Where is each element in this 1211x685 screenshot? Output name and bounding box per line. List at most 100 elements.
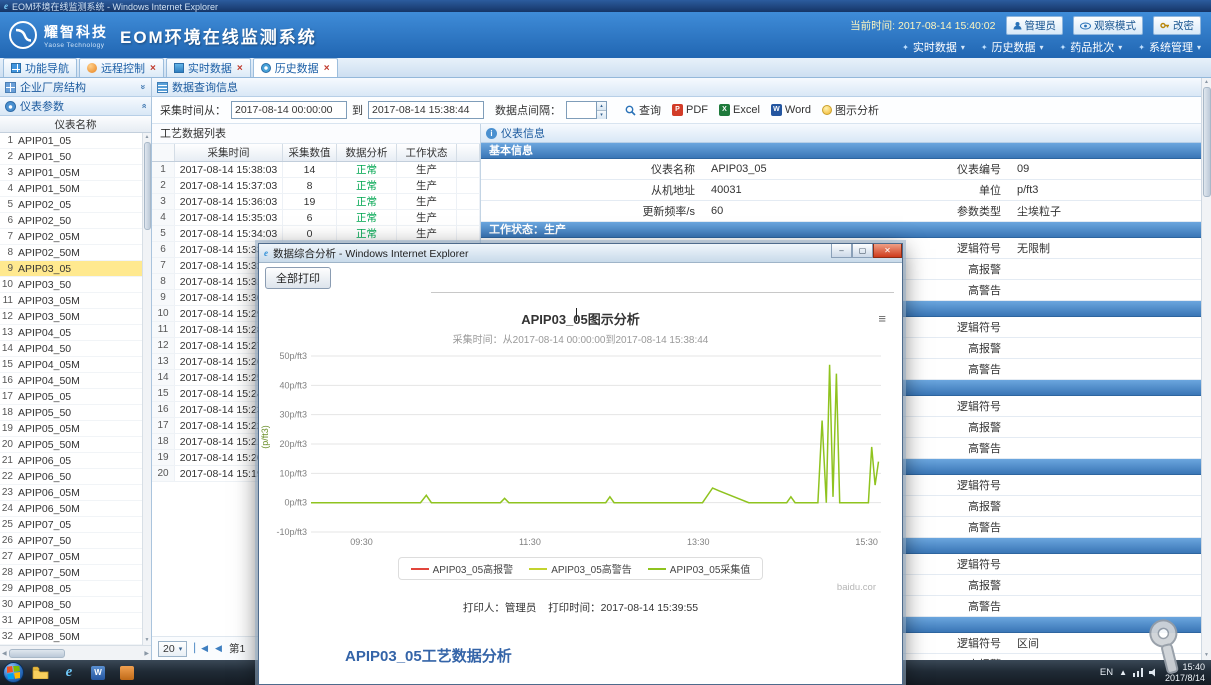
list-item[interactable]: 6APIP02_50 (0, 213, 142, 229)
popup-titlebar[interactable]: e 数据综合分析 - Windows Internet Explorer – ▢… (259, 244, 902, 263)
list-item[interactable]: 4APIP01_50M (0, 181, 142, 197)
to-datetime-input[interactable] (368, 101, 484, 119)
chart-menu-icon[interactable]: ≡ (878, 311, 886, 326)
scroll-down-icon[interactable]: ▼ (145, 636, 150, 645)
app-taskbar-button[interactable] (114, 662, 140, 683)
export-excel-button[interactable]: X Excel (716, 104, 763, 116)
legend-item[interactable]: APIP03_05采集值 (648, 561, 751, 576)
tray-expand-icon[interactable]: ▲ (1119, 668, 1127, 677)
list-item[interactable]: 18APIP05_50 (0, 405, 142, 421)
legend-item[interactable]: APIP03_05高报警 (411, 561, 514, 576)
list-item[interactable]: 23APIP06_05M (0, 485, 142, 501)
spin-down-icon[interactable]: ▾ (597, 111, 606, 119)
close-icon[interactable]: × (150, 63, 156, 74)
scroll-up-icon[interactable]: ▲ (145, 133, 150, 142)
language-indicator[interactable]: EN (1100, 667, 1113, 678)
list-item[interactable]: 26APIP07_50 (0, 533, 142, 549)
table-row[interactable]: 22017-08-14 15:37:038正常生产 (152, 178, 480, 194)
menu-item[interactable]: ✦实时数据▾ (902, 39, 965, 55)
list-item[interactable]: 3APIP01_05M (0, 165, 142, 181)
export-pdf-button[interactable]: P PDF (669, 104, 711, 116)
scroll-down-icon[interactable]: ▼ (1204, 651, 1209, 660)
list-item[interactable]: 19APIP05_05M (0, 421, 142, 437)
tab-实时数据[interactable]: 实时数据× (166, 58, 251, 77)
table-row[interactable]: 12017-08-14 15:38:0314正常生产 (152, 162, 480, 178)
list-item[interactable]: 31APIP08_05M (0, 613, 142, 629)
interval-input[interactable] (566, 101, 596, 119)
list-item[interactable]: 21APIP06_05 (0, 453, 142, 469)
scrollbar-thumb[interactable] (144, 142, 151, 230)
stepper-buttons[interactable]: ▴▾ (596, 101, 607, 119)
list-scrollbar[interactable]: ▲ ▼ (142, 133, 151, 645)
spin-up-icon[interactable]: ▴ (597, 102, 606, 111)
panel-structure-header[interactable]: 企业厂房结构 » (0, 78, 151, 97)
maximize-button[interactable]: ▢ (852, 244, 873, 258)
export-word-button[interactable]: W Word (768, 104, 814, 116)
list-item[interactable]: 1APIP01_05 (0, 133, 142, 149)
panel-params-header[interactable]: 仪表参数 » (0, 97, 151, 116)
scrollbar-thumb[interactable] (1203, 87, 1211, 197)
list-item[interactable]: 9APIP03_05 (0, 261, 142, 277)
list-item[interactable]: 22APIP06_50 (0, 469, 142, 485)
list-item[interactable]: 29APIP08_05 (0, 581, 142, 597)
scroll-up-icon[interactable]: ▲ (1204, 78, 1209, 87)
network-icon[interactable] (1133, 668, 1143, 677)
chevron-double-up-icon[interactable]: » (138, 103, 148, 108)
list-item[interactable]: 7APIP02_05M (0, 229, 142, 245)
tab-历史数据[interactable]: 历史数据× (253, 58, 338, 77)
change-password-button[interactable]: 改密 (1153, 16, 1201, 35)
list-item[interactable]: 32APIP08_50M (0, 629, 142, 645)
start-button[interactable] (3, 662, 24, 683)
table-row[interactable]: 42017-08-14 15:35:036正常生产 (152, 210, 480, 226)
legend-item[interactable]: APIP03_05高警告 (529, 561, 632, 576)
word-taskbar-button[interactable]: W (85, 662, 111, 683)
first-page-button[interactable]: ▏◀ (194, 643, 208, 654)
list-item[interactable]: 20APIP05_50M (0, 437, 142, 453)
list-item[interactable]: 28APIP07_50M (0, 565, 142, 581)
page-size-select[interactable]: 20 ▾ (158, 641, 187, 657)
list-item[interactable]: 13APIP04_05 (0, 325, 142, 341)
menu-item[interactable]: ✦系统管理▾ (1138, 39, 1201, 55)
table-row[interactable]: 52017-08-14 15:34:030正常生产 (152, 226, 480, 242)
print-all-button[interactable]: 全部打印 (265, 267, 331, 289)
page-scrollbar[interactable]: ▲ ▼ (1201, 78, 1211, 660)
scroll-right-icon[interactable]: ▶ (144, 650, 149, 657)
scroll-left-icon[interactable]: ◀ (2, 650, 7, 657)
list-item[interactable]: 14APIP04_50 (0, 341, 142, 357)
list-item[interactable]: 5APIP02_05 (0, 197, 142, 213)
list-item[interactable]: 11APIP03_05M (0, 293, 142, 309)
list-item[interactable]: 25APIP07_05 (0, 517, 142, 533)
interval-stepper[interactable]: ▴▾ (566, 101, 607, 119)
close-icon[interactable]: × (237, 63, 243, 74)
explorer-taskbar-button[interactable] (27, 662, 53, 683)
admin-button[interactable]: 管理员 (1006, 16, 1064, 35)
menu-item[interactable]: ✦药品批次▾ (1060, 39, 1123, 55)
tab-功能导航[interactable]: 功能导航 (3, 58, 77, 77)
search-button[interactable]: 查询 (622, 102, 664, 118)
instrument-name: APIP01_50M (18, 183, 80, 195)
tab-远程控制[interactable]: 远程控制× (79, 58, 164, 77)
chart-analysis-button[interactable]: 图示分析 (819, 102, 882, 118)
close-icon[interactable]: × (324, 63, 330, 74)
list-item[interactable]: 15APIP04_05M (0, 357, 142, 373)
close-button[interactable]: ✕ (873, 244, 902, 258)
list-item[interactable]: 17APIP05_05 (0, 389, 142, 405)
prev-page-button[interactable]: ◀ (215, 643, 222, 654)
list-item[interactable]: 2APIP01_50 (0, 149, 142, 165)
list-item[interactable]: 30APIP08_50 (0, 597, 142, 613)
table-row[interactable]: 32017-08-14 15:36:0319正常生产 (152, 194, 480, 210)
list-item[interactable]: 12APIP03_50M (0, 309, 142, 325)
scrollbar-thumb[interactable] (9, 649, 65, 658)
list-item[interactable]: 27APIP07_05M (0, 549, 142, 565)
ie-taskbar-button[interactable]: e (56, 662, 82, 683)
list-item[interactable]: 10APIP03_50 (0, 277, 142, 293)
list-item[interactable]: 24APIP06_50M (0, 501, 142, 517)
horizontal-scrollbar[interactable]: ◀ ▶ (0, 645, 151, 660)
list-item[interactable]: 8APIP02_50M (0, 245, 142, 261)
list-item[interactable]: 16APIP04_50M (0, 373, 142, 389)
chevron-double-down-icon[interactable]: » (138, 84, 148, 89)
observe-mode-button[interactable]: 观察模式 (1073, 16, 1143, 35)
menu-item[interactable]: ✦历史数据▾ (981, 39, 1044, 55)
from-datetime-input[interactable] (231, 101, 347, 119)
minimize-button[interactable]: – (831, 244, 852, 258)
